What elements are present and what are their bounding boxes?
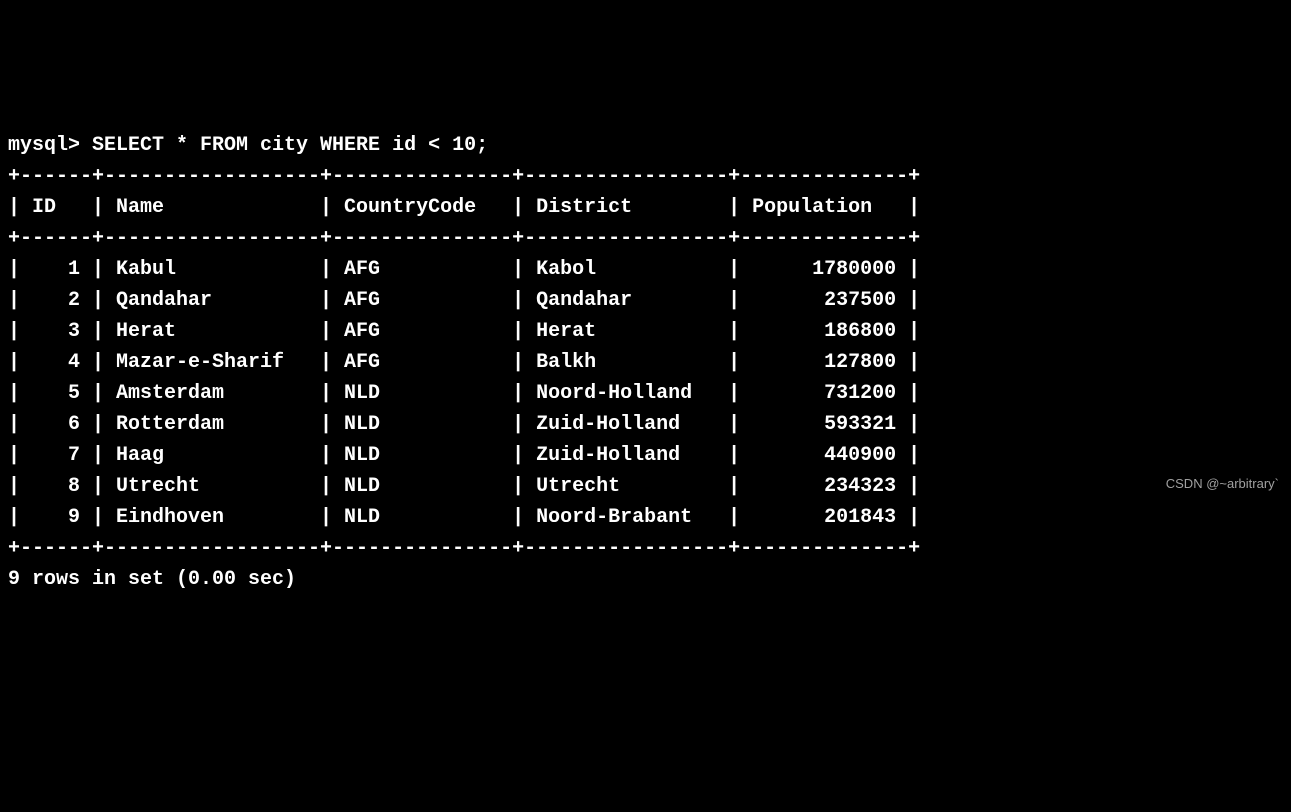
result-summary: 9 rows in set (0.00 sec) <box>8 568 296 591</box>
table-border-mid: +------+------------------+-------------… <box>8 227 920 250</box>
terminal-output: mysql> SELECT * FROM city WHERE id < 10;… <box>8 130 1283 595</box>
watermark: CSDN @~arbitrary` <box>1166 474 1279 494</box>
table-body: | 1 | Kabul | AFG | Kabol | 1780000 | | … <box>8 258 920 529</box>
mysql-prompt: mysql> <box>8 134 92 157</box>
table-border-bottom: +------+------------------+-------------… <box>8 537 920 560</box>
table-border-top: +------+------------------+-------------… <box>8 165 920 188</box>
table-header-row: | ID | Name | CountryCode | District | P… <box>8 196 920 219</box>
sql-query: SELECT * FROM city WHERE id < 10; <box>92 134 488 157</box>
